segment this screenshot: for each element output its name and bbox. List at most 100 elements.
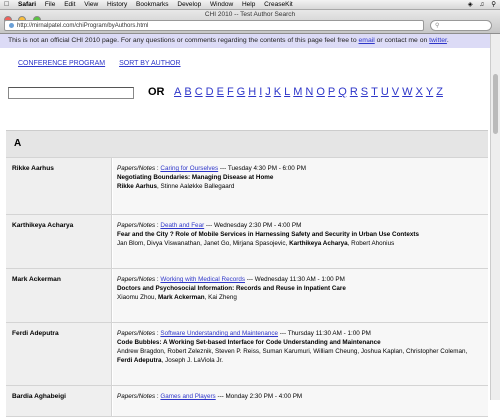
coauthors-after: , Kai Zheng — [204, 294, 237, 301]
author-papers: Papers/Notes : Working with Medical Reco… — [113, 269, 488, 322]
address-bar[interactable]: http://mirnalpatel.com/chiProgram/byAuth… — [4, 20, 424, 31]
letter-link[interactable]: T — [371, 86, 378, 98]
author-row: Karthikeya Acharya Papers/Notes : Death … — [6, 215, 488, 269]
session-time: --- Tuesday 4:30 PM - 6:00 PM — [219, 165, 306, 172]
letter-link[interactable]: P — [328, 86, 335, 98]
menu-edit[interactable]: Edit — [64, 1, 75, 8]
letter-link[interactable]: J — [265, 86, 271, 98]
email-link[interactable]: email — [359, 37, 375, 44]
author-row: Bardia Aghabeigi Papers/Notes : Games an… — [6, 386, 488, 417]
letter-link[interactable]: W — [402, 86, 412, 98]
search-field[interactable]: ⚲ — [430, 20, 492, 31]
session-link[interactable]: Games and Players — [160, 393, 215, 400]
session-line: Papers/Notes : Software Understanding an… — [117, 330, 371, 337]
letter-link[interactable]: Z — [436, 86, 443, 98]
notice-text-after: . — [446, 37, 449, 44]
section-letter-heading: A — [6, 131, 488, 158]
author-name: Mark Ackerman — [6, 269, 112, 322]
letter-link[interactable]: V — [392, 86, 399, 98]
url-text: http://mirnalpatel.com/chiProgram/byAuth… — [17, 23, 149, 29]
browser-toolbar: CHI 2010 -- Test Author Search http://mi… — [0, 10, 500, 34]
paper-type: Papers/Notes — [117, 222, 156, 229]
alphabet-index: ABCDEFGHIJKLMNOPQRSTUVWXYZ — [174, 86, 446, 98]
letter-link[interactable]: D — [206, 86, 214, 98]
paper-title: Negotiating Boundaries: Managing Disease… — [117, 174, 274, 181]
session-link[interactable]: Software Understanding and Maintenance — [160, 330, 278, 337]
paper-authors: Andrew Bragdon, Robert Zeleznik, Steven … — [117, 347, 484, 365]
notice-text-middle: or contact me on — [374, 37, 430, 44]
session-time: --- Monday 2:30 PM - 4:00 PM — [217, 393, 303, 400]
highlighted-author: Ferdi Adeputra — [117, 357, 162, 364]
author-row: Ferdi Adeputra Papers/Notes : Software U… — [6, 323, 488, 386]
letter-link[interactable]: G — [237, 86, 246, 98]
letter-link[interactable]: H — [248, 86, 256, 98]
or-label: OR — [148, 86, 165, 98]
volume-icon[interactable]: ♫ — [480, 1, 485, 8]
letter-link[interactable]: Q — [338, 86, 347, 98]
author-papers: Papers/Notes : Games and Players --- Mon… — [113, 386, 488, 416]
letter-link[interactable]: L — [284, 86, 290, 98]
paper-authors: Rikke Aarhus, Stinne Aaløkke Ballegaard — [117, 182, 484, 191]
session-line: Papers/Notes : Death and Fear --- Wednes… — [117, 222, 302, 229]
letter-link[interactable]: M — [293, 86, 302, 98]
letter-link[interactable]: S — [361, 86, 368, 98]
paper-title: Code Bubbles: A Working Set-based Interf… — [117, 339, 381, 346]
session-line: Papers/Notes : Working with Medical Reco… — [117, 276, 345, 283]
letter-link[interactable]: C — [195, 86, 203, 98]
apple-icon[interactable]:  — [4, 0, 9, 10]
menu-bar:  Safari File Edit View History Bookmark… — [0, 0, 500, 10]
page-nav: CONFERENCE PROGRAM SORT BY AUTHOR — [18, 60, 193, 67]
letter-link[interactable]: U — [381, 86, 389, 98]
session-line: Papers/Notes : Caring for Ourselves --- … — [117, 165, 306, 172]
letter-link[interactable]: F — [227, 86, 234, 98]
author-name: Bardia Aghabeigi — [6, 386, 112, 416]
highlighted-author: Karthikeya Acharya — [289, 240, 348, 247]
globe-icon — [9, 23, 14, 28]
letter-link[interactable]: A — [174, 86, 181, 98]
author-name: Rikke Aarhus — [6, 158, 112, 214]
session-link[interactable]: Caring for Ourselves — [160, 165, 218, 172]
scrollbar-thumb[interactable] — [493, 74, 498, 134]
author-name: Ferdi Adeputra — [6, 323, 112, 385]
spotlight-icon[interactable]: ⚲ — [491, 1, 496, 8]
sort-by-author-link[interactable]: SORT BY AUTHOR — [119, 60, 180, 67]
wifi-icon[interactable]: ◈ — [468, 1, 473, 8]
menu-creasekit[interactable]: CreaseKit — [264, 1, 293, 8]
menu-develop[interactable]: Develop — [177, 1, 201, 8]
coauthors-before: Xiaomu Zhou, — [117, 294, 158, 301]
coauthors-after: , Stinne Aaløkke Ballegaard — [157, 183, 235, 190]
conference-program-link[interactable]: CONFERENCE PROGRAM — [18, 60, 105, 67]
menu-window[interactable]: Window — [210, 1, 233, 8]
coauthors-before: Andrew Bragdon, Robert Zeleznik, Steven … — [117, 348, 468, 355]
menu-bookmarks[interactable]: Bookmarks — [136, 1, 169, 8]
twitter-link[interactable]: twitter — [429, 37, 447, 44]
menu-file[interactable]: File — [45, 1, 55, 8]
author-papers: Papers/Notes : Death and Fear --- Wednes… — [113, 215, 488, 268]
author-list: A Rikke Aarhus Papers/Notes : Caring for… — [6, 130, 488, 417]
session-time: --- Thursday 11:30 AM - 1:00 PM — [279, 330, 371, 337]
menu-help[interactable]: Help — [242, 1, 255, 8]
letter-link[interactable]: O — [316, 86, 325, 98]
letter-link[interactable]: B — [184, 86, 191, 98]
letter-link[interactable]: E — [217, 86, 224, 98]
menu-app[interactable]: Safari — [18, 1, 36, 8]
menu-history[interactable]: History — [107, 1, 127, 8]
letter-link[interactable]: I — [259, 86, 262, 98]
letter-link[interactable]: N — [305, 86, 313, 98]
letter-link[interactable]: K — [274, 86, 281, 98]
coauthors-after: , Robert Ahonius — [347, 240, 395, 247]
author-row: Mark Ackerman Papers/Notes : Working wit… — [6, 269, 488, 323]
author-search-input[interactable] — [8, 87, 134, 99]
session-link[interactable]: Working with Medical Records — [160, 276, 245, 283]
letter-link[interactable]: X — [416, 86, 423, 98]
menu-view[interactable]: View — [84, 1, 98, 8]
paper-type: Papers/Notes — [117, 393, 156, 400]
paper-title: Fear and the City ? Role of Mobile Servi… — [117, 231, 419, 238]
letter-link[interactable]: Y — [426, 86, 433, 98]
paper-authors: Xiaomu Zhou, Mark Ackerman, Kai Zheng — [117, 293, 484, 302]
session-link[interactable]: Death and Fear — [160, 222, 204, 229]
paper-authors: Jan Blom, Divya Viswanathan, Janet Go, M… — [117, 239, 484, 248]
page-scrollbar[interactable] — [490, 34, 500, 400]
session-time: --- Wednesday 2:30 PM - 4:00 PM — [205, 222, 302, 229]
letter-link[interactable]: R — [350, 86, 358, 98]
